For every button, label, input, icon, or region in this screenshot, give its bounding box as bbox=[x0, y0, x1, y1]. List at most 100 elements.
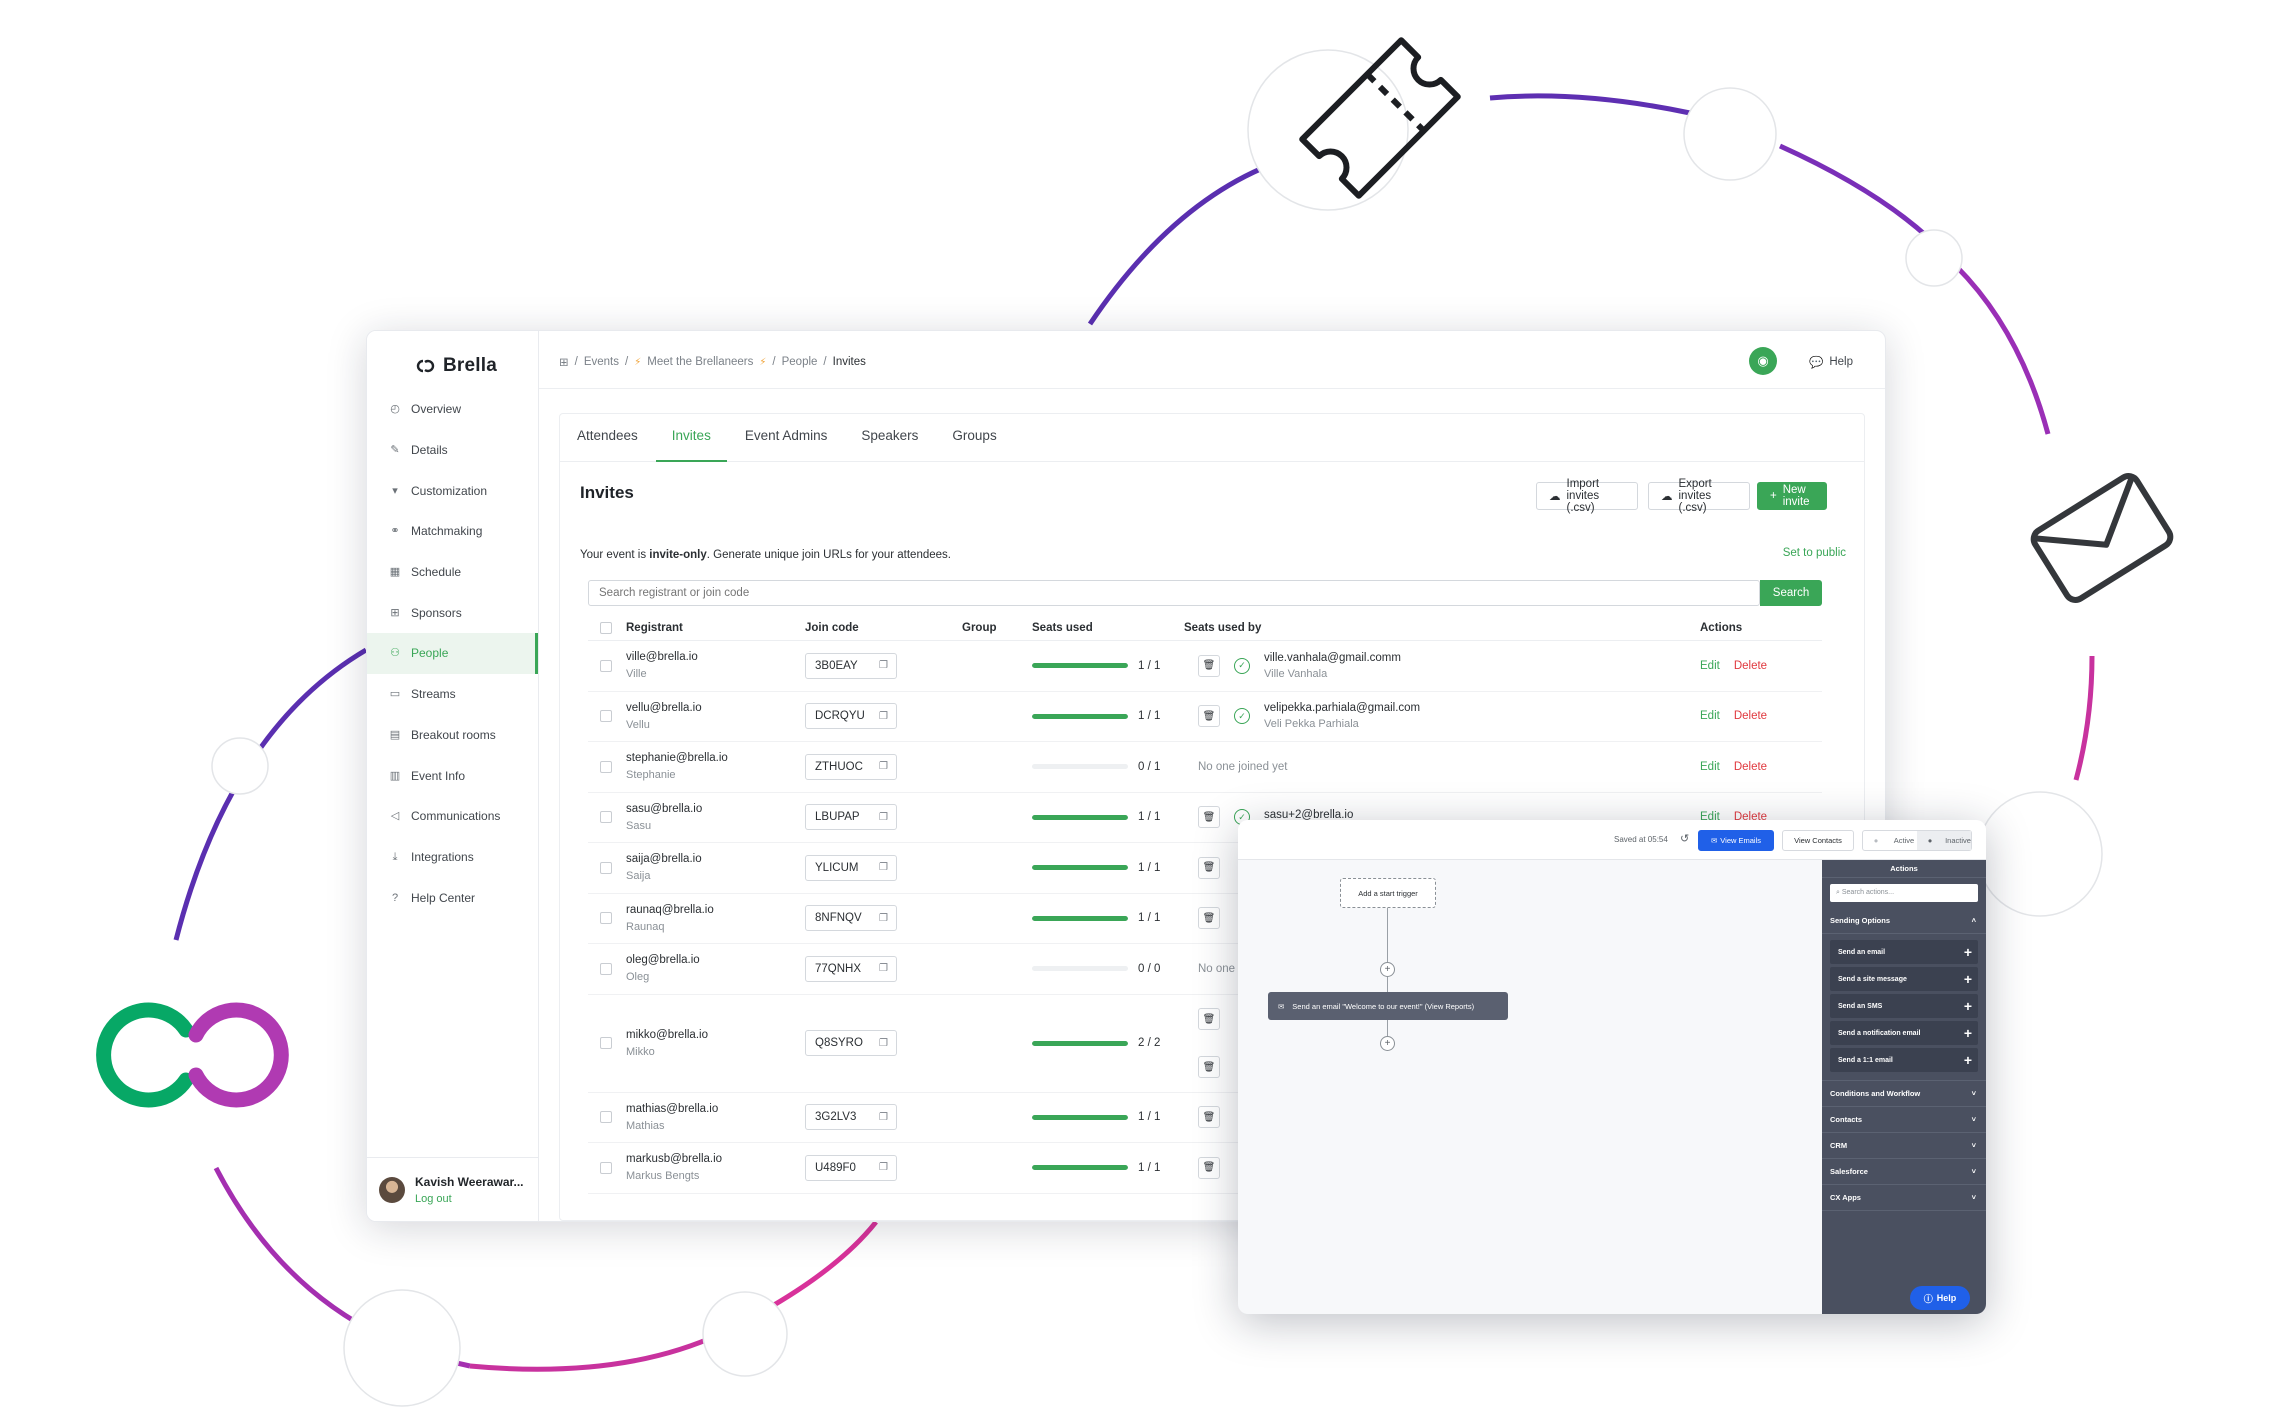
sending-options-section[interactable]: Sending Options ˄ bbox=[1822, 908, 1986, 934]
view-emails-button[interactable]: ✉ View Emails bbox=[1698, 830, 1774, 851]
row-checkbox[interactable] bbox=[600, 760, 612, 773]
action-item[interactable]: Send a notification email + bbox=[1830, 1021, 1978, 1045]
copy-icon[interactable]: ❐ bbox=[879, 913, 888, 924]
row-checkbox[interactable] bbox=[600, 962, 612, 975]
join-code-field[interactable]: U489F0 ❐ bbox=[805, 1154, 897, 1181]
send-email-step[interactable]: ✉ Send an email "Welcome to our event!" … bbox=[1268, 992, 1508, 1020]
copy-icon[interactable]: ❐ bbox=[879, 761, 888, 772]
row-checkbox[interactable] bbox=[600, 659, 612, 672]
brella-logo[interactable]: Brella bbox=[415, 355, 497, 377]
search-input[interactable] bbox=[588, 580, 1760, 606]
view-contacts-button[interactable]: View Contacts bbox=[1782, 830, 1854, 851]
logout-link[interactable]: Log out bbox=[415, 1193, 524, 1205]
add-step-button[interactable]: + bbox=[1380, 962, 1395, 977]
join-code-field[interactable]: 3B0EAY ❐ bbox=[805, 652, 897, 679]
join-code-field[interactable]: DCRQYU ❐ bbox=[805, 703, 897, 730]
action-section[interactable]: Conditions and Workflow ˅ bbox=[1822, 1081, 1986, 1107]
tab-groups[interactable]: Groups bbox=[952, 414, 996, 462]
row-checkbox[interactable] bbox=[600, 1037, 612, 1049]
trash-icon[interactable]: 🗑 bbox=[1198, 654, 1220, 677]
join-code-field[interactable]: LBUPAP ❐ bbox=[805, 804, 897, 831]
sidebar-item-sponsors[interactable]: ⊞ Sponsors bbox=[367, 592, 538, 633]
copy-icon[interactable]: ❐ bbox=[879, 862, 888, 873]
trash-icon[interactable]: 🗑 bbox=[1198, 1008, 1220, 1030]
sidebar-item-streams[interactable]: ▭ Streams bbox=[367, 674, 538, 715]
sidebar-item-matchmaking[interactable]: ⚭ Matchmaking bbox=[367, 511, 538, 552]
plus-icon[interactable]: + bbox=[1964, 1052, 1972, 1068]
status-active[interactable]: ● Active bbox=[1863, 831, 1917, 850]
join-code-field[interactable]: 8NFNQV ❐ bbox=[805, 905, 897, 932]
tab-attendees[interactable]: Attendees bbox=[577, 414, 638, 462]
sidebar-item-schedule[interactable]: ▦ Schedule bbox=[367, 552, 538, 593]
action-item[interactable]: Send a site message + bbox=[1830, 967, 1978, 991]
action-item[interactable]: Send an email + bbox=[1830, 940, 1978, 964]
breadcrumb-people[interactable]: People bbox=[782, 356, 818, 368]
sidebar-item-overview[interactable]: ◴ Overview bbox=[367, 389, 538, 430]
row-checkbox[interactable] bbox=[600, 912, 612, 925]
action-section[interactable]: CRM ˅ bbox=[1822, 1133, 1986, 1159]
copy-icon[interactable]: ❐ bbox=[879, 963, 888, 974]
add-step-button[interactable]: + bbox=[1380, 1036, 1395, 1051]
join-code-field[interactable]: YLICUM ❐ bbox=[805, 854, 897, 881]
copy-icon[interactable]: ❐ bbox=[879, 1038, 888, 1049]
search-button[interactable]: Search bbox=[1760, 580, 1822, 606]
start-trigger-node[interactable]: Add a start trigger bbox=[1340, 878, 1436, 908]
sidebar-item-event-info[interactable]: ▥ Event Info bbox=[367, 755, 538, 796]
trash-icon[interactable]: 🗑 bbox=[1198, 1106, 1220, 1129]
copy-icon[interactable]: ❐ bbox=[879, 711, 888, 722]
trash-icon[interactable]: 🗑 bbox=[1198, 1056, 1220, 1078]
edit-link[interactable]: Edit bbox=[1700, 710, 1720, 722]
edit-link[interactable]: Edit bbox=[1700, 660, 1720, 672]
copy-icon[interactable]: ❐ bbox=[879, 1162, 888, 1173]
join-code-field[interactable]: Q8SYRO ❐ bbox=[805, 1030, 897, 1056]
delete-link[interactable]: Delete bbox=[1734, 660, 1767, 672]
copy-icon[interactable]: ❐ bbox=[879, 812, 888, 823]
plus-icon[interactable]: + bbox=[1964, 1025, 1972, 1041]
sidebar-item-customization[interactable]: ▾ Customization bbox=[367, 470, 538, 511]
plus-icon[interactable]: + bbox=[1964, 944, 1972, 960]
action-item[interactable]: Send a 1:1 email + bbox=[1830, 1048, 1978, 1072]
join-code-field[interactable]: ZTHUOC ❐ bbox=[805, 753, 897, 780]
edit-link[interactable]: Edit bbox=[1700, 761, 1720, 773]
trash-icon[interactable]: 🗑 bbox=[1198, 856, 1220, 879]
join-code-field[interactable]: 3G2LV3 ❐ bbox=[805, 1104, 897, 1131]
actions-search-input[interactable]: ⌕ Search actions... bbox=[1830, 884, 1978, 902]
status-inactive[interactable]: ● Inactive bbox=[1917, 831, 1971, 850]
workflow-canvas[interactable]: Add a start trigger + ✉ Send an email "W… bbox=[1238, 860, 1822, 1314]
export-button[interactable]: ☁ Export invites (.csv) bbox=[1648, 478, 1750, 514]
delete-link[interactable]: Delete bbox=[1734, 710, 1767, 722]
trash-icon[interactable]: 🗑 bbox=[1198, 907, 1220, 930]
sidebar-item-breakout-rooms[interactable]: ▤ Breakout rooms bbox=[367, 715, 538, 756]
action-section[interactable]: Contacts ˅ bbox=[1822, 1107, 1986, 1133]
set-to-public-link[interactable]: Set to public bbox=[1783, 547, 1846, 559]
row-checkbox[interactable] bbox=[600, 811, 612, 824]
new-invite-button[interactable]: + New invite bbox=[1757, 482, 1827, 510]
trash-icon[interactable]: 🗑 bbox=[1198, 806, 1220, 829]
tab-event-admins[interactable]: Event Admins bbox=[745, 414, 828, 462]
row-checkbox[interactable] bbox=[600, 1111, 612, 1124]
plus-icon[interactable]: + bbox=[1964, 998, 1972, 1014]
sidebar-item-people[interactable]: ⚇ People bbox=[367, 633, 538, 674]
help-button[interactable]: 💬 Help bbox=[1809, 355, 1853, 369]
row-checkbox[interactable] bbox=[600, 710, 612, 723]
copy-icon[interactable]: ❐ bbox=[879, 1112, 888, 1123]
row-checkbox[interactable] bbox=[600, 861, 612, 874]
sidebar-item-communications[interactable]: ◁ Communications bbox=[367, 796, 538, 837]
breadcrumb-event[interactable]: Meet the Brellaneers bbox=[647, 356, 753, 368]
avatar[interactable] bbox=[379, 1176, 405, 1203]
join-code-field[interactable]: 77QNHX ❐ bbox=[805, 955, 897, 982]
sidebar-item-integrations[interactable]: ⤓ Integrations bbox=[367, 837, 538, 878]
history-icon[interactable]: ↺ bbox=[1680, 832, 1689, 845]
action-section[interactable]: Salesforce ˅ bbox=[1822, 1159, 1986, 1185]
plus-icon[interactable]: + bbox=[1964, 971, 1972, 987]
sidebar-item-help-center[interactable]: ? Help Center bbox=[367, 877, 538, 918]
action-item[interactable]: Send an SMS + bbox=[1830, 994, 1978, 1018]
select-all-checkbox[interactable] bbox=[600, 621, 612, 634]
help-floating-button[interactable]: ⓘ Help bbox=[1910, 1286, 1970, 1310]
trash-icon[interactable]: 🗑 bbox=[1198, 1156, 1220, 1179]
grid-icon[interactable]: ⊞ bbox=[559, 355, 569, 369]
copy-icon[interactable]: ❐ bbox=[879, 660, 888, 671]
import-button[interactable]: ☁ Import invites (.csv) bbox=[1536, 478, 1638, 514]
trash-icon[interactable]: 🗑 bbox=[1198, 705, 1220, 728]
action-section[interactable]: CX Apps ˅ bbox=[1822, 1185, 1986, 1211]
